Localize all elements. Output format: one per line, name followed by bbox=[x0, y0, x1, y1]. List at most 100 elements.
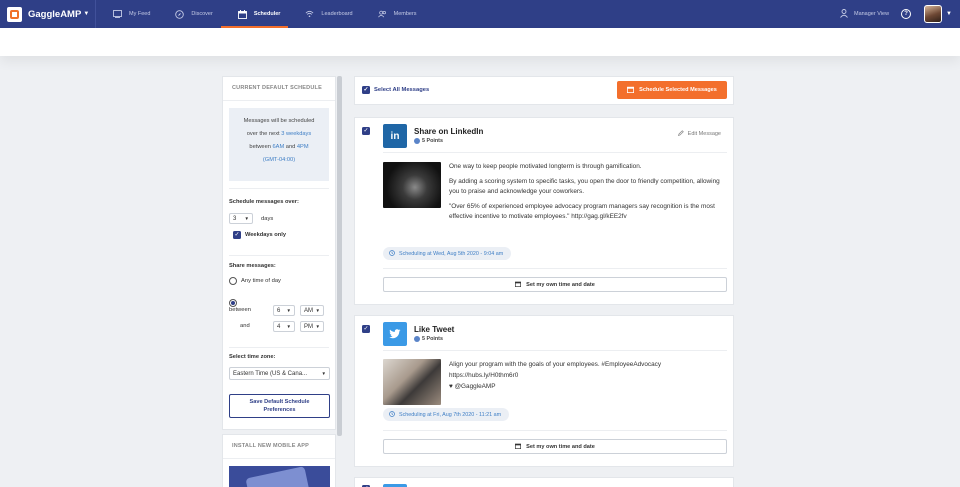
message-body: One way to keep people motivated longter… bbox=[449, 162, 729, 227]
help-icon[interactable]: ? bbox=[901, 9, 912, 19]
radio-button[interactable] bbox=[229, 277, 237, 285]
between-label: between bbox=[229, 307, 251, 313]
message-body: Align your program with the goals of you… bbox=[449, 359, 729, 392]
compass-icon bbox=[175, 9, 185, 19]
info-text: and bbox=[284, 144, 297, 150]
history-icon bbox=[389, 249, 395, 258]
schedule-selected-label: Schedule Selected Messages bbox=[639, 87, 717, 93]
post-thumbnail bbox=[383, 162, 441, 208]
card-checkbox[interactable]: ✓ bbox=[362, 127, 370, 135]
manager-view-link[interactable]: Manager View bbox=[840, 8, 890, 20]
message-paragraph: Align your program with the goals of you… bbox=[449, 361, 662, 368]
twitter-icon bbox=[383, 322, 407, 346]
checkbox-checked[interactable]: ✓ bbox=[362, 86, 370, 94]
radio-button-selected[interactable] bbox=[229, 299, 237, 307]
history-icon bbox=[389, 410, 395, 419]
select-value: 3 bbox=[233, 215, 237, 222]
gaggleamp-logo bbox=[7, 6, 22, 22]
mobile-app-illustration bbox=[229, 466, 330, 487]
scheduling-time-badge: Scheduling at Fri, Aug 7th 2020 - 11:21 … bbox=[383, 408, 510, 421]
days-select[interactable]: 3 ▼ bbox=[229, 213, 253, 224]
panel-title: INSTALL NEW MOBILE APP bbox=[223, 435, 335, 459]
start-hour-select[interactable]: 6 ▼ bbox=[273, 305, 295, 316]
post-thumbnail bbox=[383, 359, 441, 405]
weekdays-only-checkbox[interactable]: ✓ Weekdays only bbox=[233, 231, 286, 239]
select-all-checkbox[interactable]: ✓ Select All Messages bbox=[362, 86, 429, 94]
message-card: ✓ Like Tweet 5 Points Align your program… bbox=[354, 315, 734, 467]
caret-down-icon[interactable]: ▼ bbox=[946, 11, 952, 17]
install-mobile-app-panel: INSTALL NEW MOBILE APP bbox=[222, 434, 336, 487]
checkbox-checked[interactable]: ✓ bbox=[233, 231, 241, 239]
section-divider bbox=[229, 255, 329, 256]
card-title: Share on LinkedIn bbox=[414, 127, 484, 136]
select-all-bar: ✓ Select All Messages Schedule Selected … bbox=[354, 76, 734, 105]
nav-item-label: My Feed bbox=[129, 11, 151, 17]
card-divider bbox=[383, 350, 727, 351]
info-line: over the next 3 weekdays bbox=[233, 128, 325, 141]
message-paragraph: https://hubs.ly/H0thm6r0 bbox=[449, 372, 519, 379]
brand-name: GaggleAMP bbox=[28, 8, 82, 20]
manager-icon bbox=[840, 8, 848, 20]
nav-item-scheduler[interactable]: Scheduler bbox=[220, 0, 289, 28]
card-title: Like Tweet bbox=[414, 325, 455, 334]
avatar[interactable] bbox=[924, 5, 943, 23]
section-divider bbox=[229, 188, 329, 189]
users-icon bbox=[377, 10, 387, 19]
end-hour-select[interactable]: 4 ▼ bbox=[273, 321, 295, 332]
calendar-icon bbox=[627, 86, 635, 95]
set-own-time-label: Set my own time and date bbox=[526, 443, 595, 450]
message-paragraph: One way to keep people motivated longter… bbox=[449, 163, 642, 170]
nav-item-discover[interactable]: Discover bbox=[158, 0, 220, 28]
calendar-icon bbox=[237, 9, 247, 19]
nav-item-label: Scheduler bbox=[253, 11, 281, 17]
caret-down-icon: ▼ bbox=[244, 216, 249, 221]
nav-item-label: Discover bbox=[191, 11, 213, 17]
schedule-selected-button[interactable]: Schedule Selected Messages bbox=[617, 81, 727, 99]
nav-item-members[interactable]: Members bbox=[361, 0, 425, 28]
timezone-select[interactable]: Eastern Time (US & Cana... ▼ bbox=[229, 367, 330, 380]
nav-item-my-feed[interactable]: My Feed bbox=[96, 0, 158, 28]
caret-down-icon: ▼ bbox=[286, 308, 291, 313]
card-divider bbox=[383, 152, 727, 153]
nav-item-leaderboard[interactable]: Leaderboard bbox=[288, 0, 360, 28]
scheduling-label: Scheduling at Fri, Aug 7th 2020 - 11:21 … bbox=[399, 411, 502, 418]
info-text: over the next bbox=[246, 131, 282, 137]
any-time-radio[interactable]: Any time of day bbox=[229, 277, 281, 285]
set-own-time-button[interactable]: Set my own time and date bbox=[383, 277, 727, 292]
set-own-time-label: Set my own time and date bbox=[526, 281, 595, 288]
scheduling-time-badge: Scheduling at Wed, Aug 5th 2020 - 9:04 a… bbox=[383, 247, 512, 260]
card-divider bbox=[383, 268, 727, 269]
default-schedule-panel: CURRENT DEFAULT SCHEDULE Messages will b… bbox=[222, 76, 336, 430]
start-ampm-select[interactable]: AM ▼ bbox=[300, 305, 324, 316]
manager-view-label: Manager View bbox=[853, 11, 890, 17]
save-default-schedule-button[interactable]: Save Default Schedule Preferences bbox=[229, 394, 330, 418]
info-line: between 6AM and 4PM bbox=[233, 141, 325, 154]
edit-message-link[interactable]: Edit Message bbox=[677, 130, 721, 138]
set-own-time-button[interactable]: Set my own time and date bbox=[383, 439, 727, 454]
subheader-bar bbox=[0, 28, 960, 56]
select-value: AM bbox=[304, 307, 313, 314]
end-ampm-select[interactable]: PM ▼ bbox=[300, 321, 324, 332]
top-navigation-bar: GaggleAMP ▼ My Feed Discover Scheduler L… bbox=[0, 0, 960, 28]
brand-menu[interactable]: GaggleAMP ▼ bbox=[7, 6, 95, 22]
nav-item-label: Members bbox=[393, 11, 417, 17]
signal-icon bbox=[305, 10, 314, 19]
and-label: and bbox=[240, 323, 250, 329]
caret-down-icon: ▼ bbox=[83, 11, 90, 17]
select-value: Eastern Time (US & Cana... bbox=[233, 370, 308, 377]
caret-down-icon: ▼ bbox=[315, 308, 320, 313]
panel-title: CURRENT DEFAULT SCHEDULE bbox=[223, 77, 335, 101]
feed-icon bbox=[113, 10, 122, 19]
message-paragraph: "Over 65% of experienced employee advoca… bbox=[449, 203, 715, 220]
select-all-label: Select All Messages bbox=[374, 87, 430, 93]
schedule-over-label: Schedule messages over: bbox=[229, 199, 299, 205]
scheduling-label: Scheduling at Wed, Aug 5th 2020 - 9:04 a… bbox=[399, 250, 504, 257]
caret-down-icon: ▼ bbox=[315, 324, 320, 329]
caret-down-icon: ▼ bbox=[321, 371, 326, 376]
card-checkbox[interactable]: ✓ bbox=[362, 325, 370, 333]
days-label: days bbox=[261, 216, 274, 222]
weekdays-label: Weekdays only bbox=[245, 232, 286, 238]
select-value: 4 bbox=[277, 323, 281, 330]
nav-item-label: Leaderboard bbox=[321, 11, 353, 17]
sidebar-scrollbar[interactable] bbox=[337, 76, 342, 436]
